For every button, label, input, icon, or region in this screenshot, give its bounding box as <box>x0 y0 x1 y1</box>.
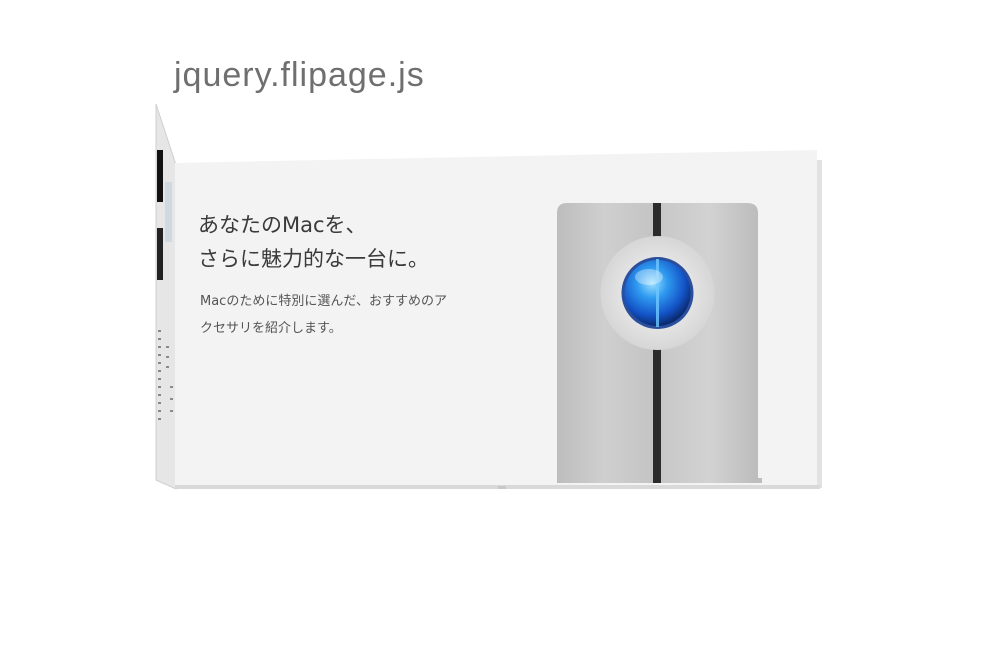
side-page-dark-mark-2 <box>157 228 163 280</box>
description-line-2: クセサリを紹介します。 <box>200 321 342 336</box>
headline-line-2: さらに魅力的な一台に。 <box>198 247 429 271</box>
side-page-light-mark <box>165 182 172 242</box>
external-drive-image <box>557 203 758 483</box>
flip-book-stage: jquery.flipage.js あなたのMacを、 さらに魅力的な一台に。 … <box>0 0 1000 652</box>
description-line-1: Macのために特別に選んだ、おすすめのア <box>200 294 447 309</box>
page-description: Macのために特別に選んだ、おすすめのア クセサリを紹介します。 <box>200 288 447 342</box>
side-page-dark-mark-1 <box>157 150 163 202</box>
page-footer-mark <box>498 486 506 489</box>
page-headline: あなたのMacを、 さらに魅力的な一台に。 <box>198 208 429 276</box>
headline-line-1: あなたのMacを、 <box>198 213 367 237</box>
